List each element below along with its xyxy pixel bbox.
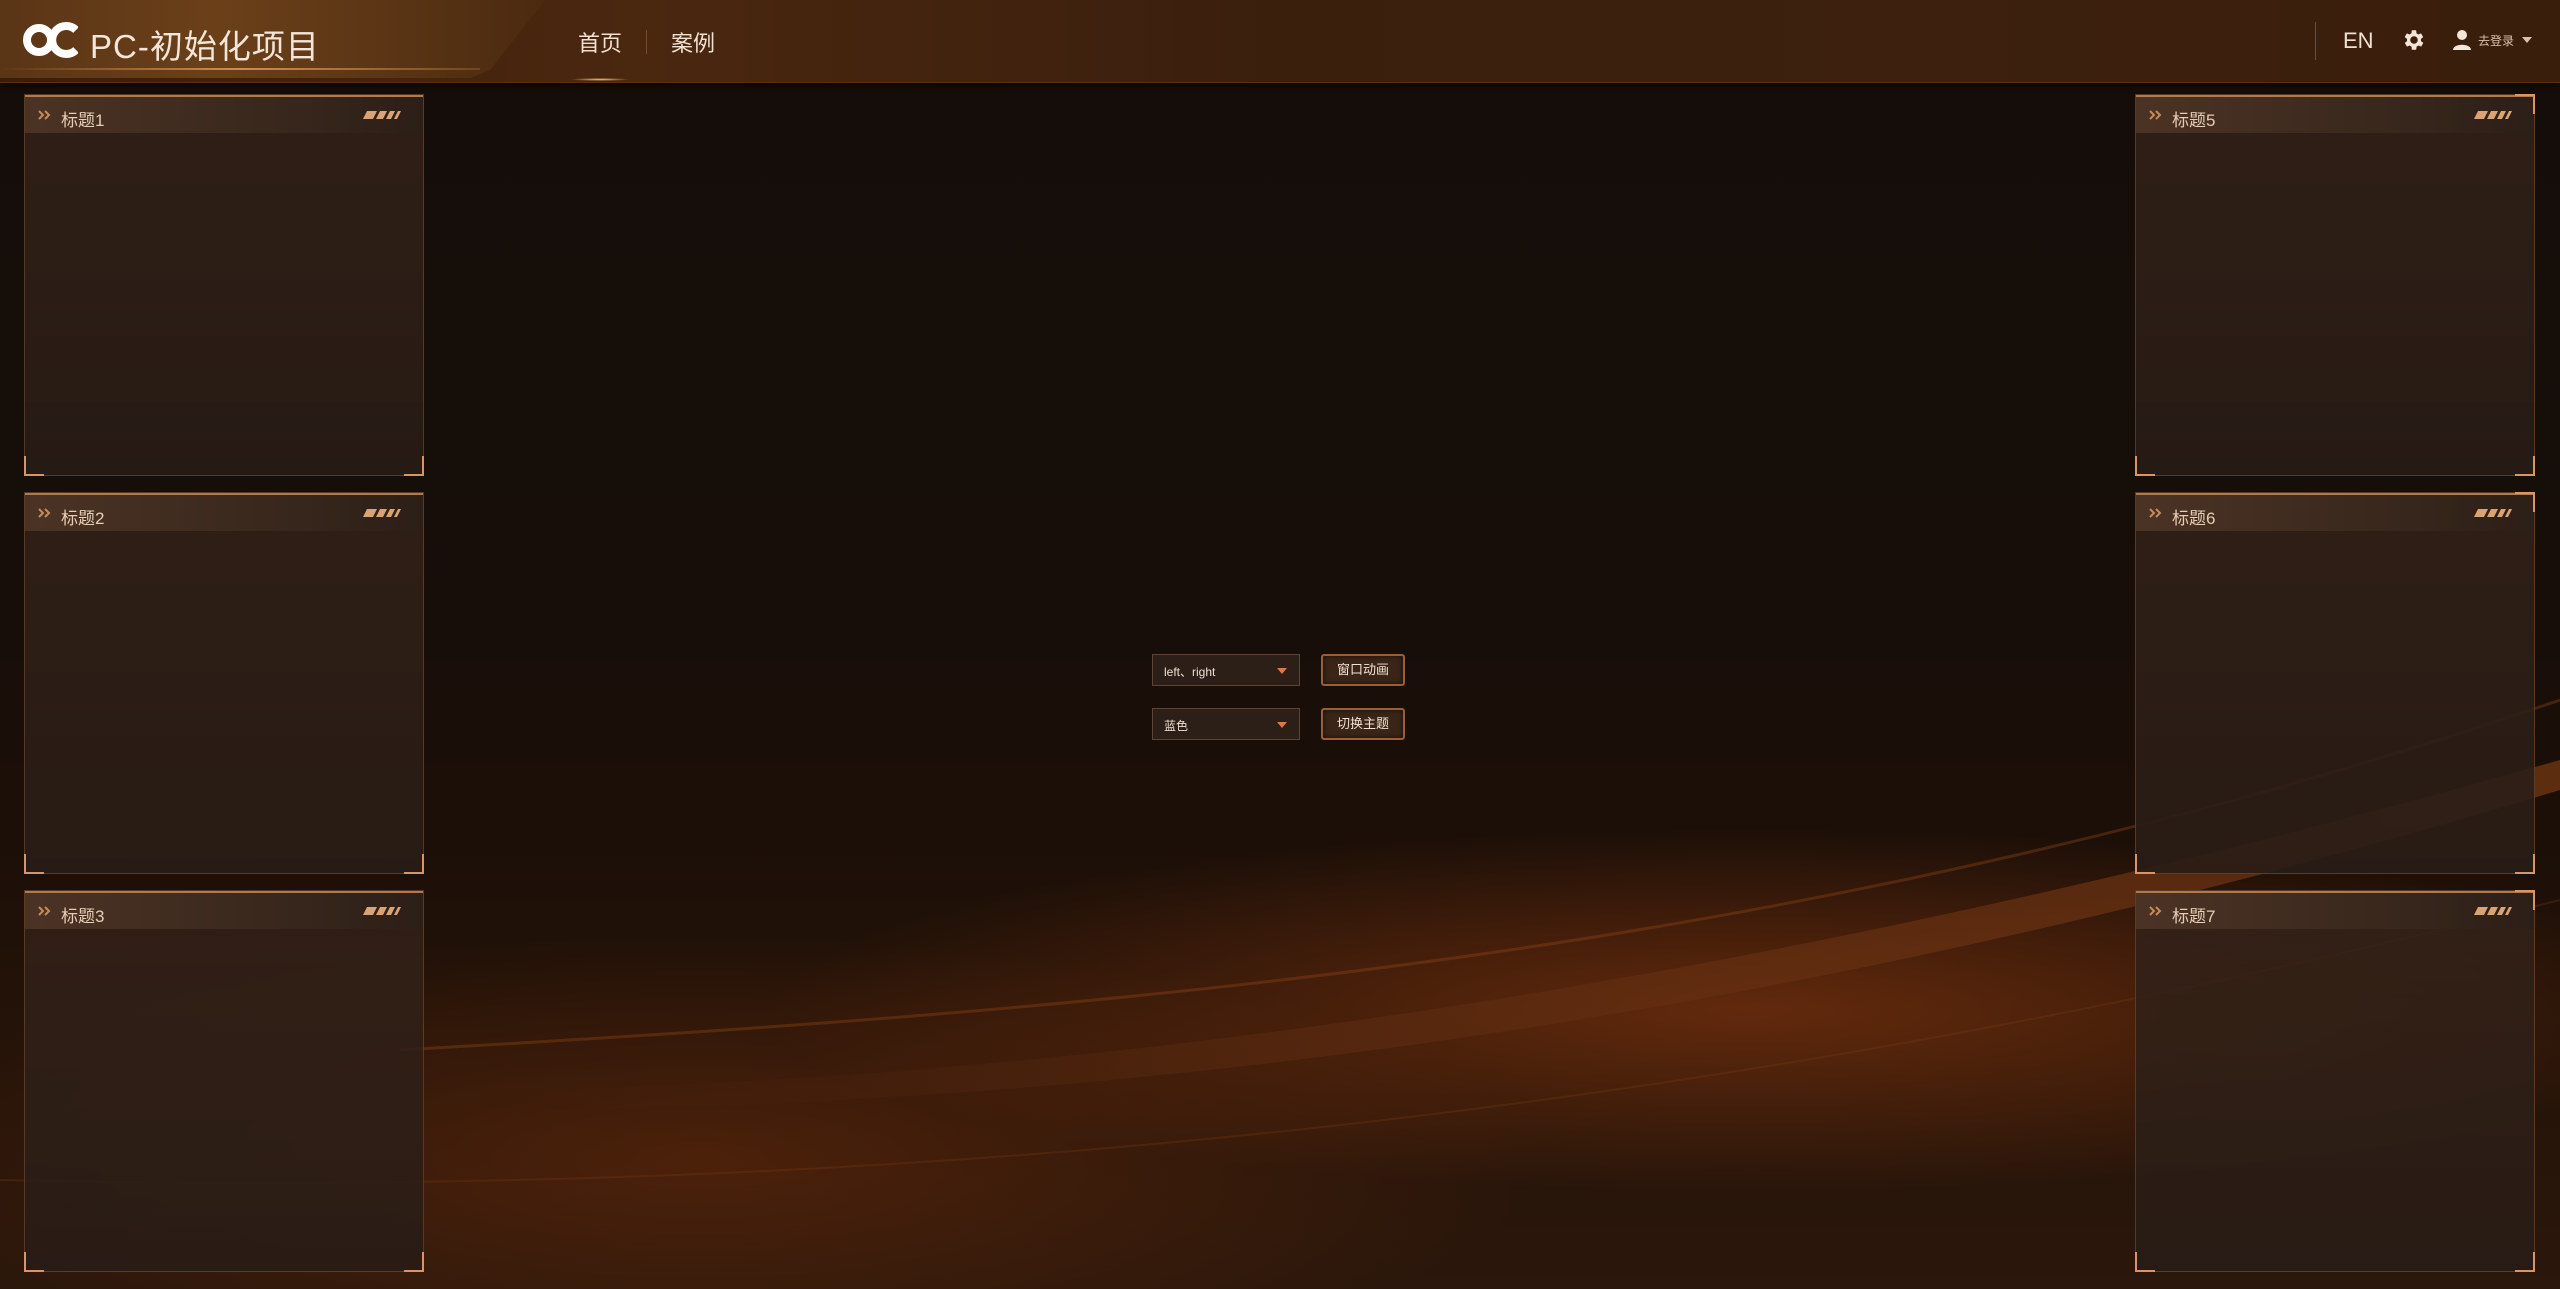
nav-item-home[interactable]: 首页 xyxy=(569,26,631,81)
stripes-decoration xyxy=(2474,111,2512,119)
stripes-decoration xyxy=(363,907,401,915)
animation-select-value: left、right xyxy=(1164,665,1216,679)
stripes-decoration xyxy=(2474,509,2512,517)
header-divider xyxy=(2315,22,2316,60)
gear-icon[interactable] xyxy=(2401,27,2427,53)
brand-plate-edge xyxy=(0,68,480,70)
panel-title: 标题3 xyxy=(61,907,105,926)
nav-separator xyxy=(646,30,648,54)
chevron-down-icon xyxy=(1277,722,1287,728)
switch-theme-button[interactable]: 切换主题 xyxy=(1321,708,1405,740)
app-logo-icon xyxy=(23,22,78,58)
panel-header: 标题7 xyxy=(2136,891,2534,929)
window-animation-button[interactable]: 窗口动画 xyxy=(1321,654,1405,686)
stripes-decoration xyxy=(363,509,401,517)
panel-header: 标题2 xyxy=(25,493,423,531)
corner-decoration xyxy=(2515,94,2535,114)
animation-select[interactable]: left、right xyxy=(1152,654,1300,686)
double-arrow-icon xyxy=(38,906,51,916)
panel-title: 标题1 xyxy=(61,111,105,130)
panel-header: 标题6 xyxy=(2136,493,2534,531)
stripes-decoration xyxy=(363,111,401,119)
chevron-down-icon xyxy=(1277,668,1287,674)
corner-decoration xyxy=(2135,854,2155,874)
top-header: PC-初始化项目 首页 案例 EN 去登录 xyxy=(0,0,2560,83)
corner-decoration xyxy=(24,854,44,874)
corner-decoration xyxy=(404,854,424,874)
panel-1: 标题1 xyxy=(24,94,424,476)
corner-decoration xyxy=(2515,1252,2535,1272)
panel-header: 标题5 xyxy=(2136,95,2534,133)
double-arrow-icon xyxy=(38,110,51,120)
corner-decoration xyxy=(2135,456,2155,476)
panel-title: 标题7 xyxy=(2172,907,2216,926)
panel-5: 标题5 xyxy=(2135,94,2535,476)
panel-title: 标题5 xyxy=(2172,111,2216,130)
double-arrow-icon xyxy=(2149,110,2162,120)
panel-3: 标题3 xyxy=(24,890,424,1272)
theme-select-value: 蓝色 xyxy=(1164,719,1189,733)
panel-title: 标题2 xyxy=(61,509,105,528)
panel-6: 标题6 xyxy=(2135,492,2535,874)
corner-decoration xyxy=(2515,890,2535,910)
double-arrow-icon xyxy=(38,508,51,518)
corner-decoration xyxy=(2135,1252,2155,1272)
stripes-decoration xyxy=(2474,907,2512,915)
corner-decoration xyxy=(404,456,424,476)
corner-decoration xyxy=(24,1252,44,1272)
double-arrow-icon xyxy=(2149,508,2162,518)
login-label: 去登录 xyxy=(2478,33,2515,48)
user-menu[interactable]: 去登录 xyxy=(2452,29,2533,51)
language-switch[interactable]: EN xyxy=(2343,28,2374,54)
main-nav: 首页 案例 xyxy=(569,26,715,81)
panel-header: 标题1 xyxy=(25,95,423,133)
app-title: PC-初始化项目 xyxy=(90,28,320,65)
theme-select[interactable]: 蓝色 xyxy=(1152,708,1300,740)
corner-decoration xyxy=(24,456,44,476)
panel-header: 标题3 xyxy=(25,891,423,929)
corner-decoration xyxy=(2515,492,2535,512)
corner-decoration xyxy=(404,1252,424,1272)
double-arrow-icon xyxy=(2149,906,2162,916)
user-icon xyxy=(2453,30,2471,50)
corner-decoration xyxy=(2515,456,2535,476)
chevron-down-icon xyxy=(2522,37,2533,43)
panel-7: 标题7 xyxy=(2135,890,2535,1272)
panel-title: 标题6 xyxy=(2172,509,2216,528)
corner-decoration xyxy=(2515,854,2535,874)
nav-item-cases[interactable]: 案例 xyxy=(671,26,715,58)
panel-2: 标题2 xyxy=(24,492,424,874)
